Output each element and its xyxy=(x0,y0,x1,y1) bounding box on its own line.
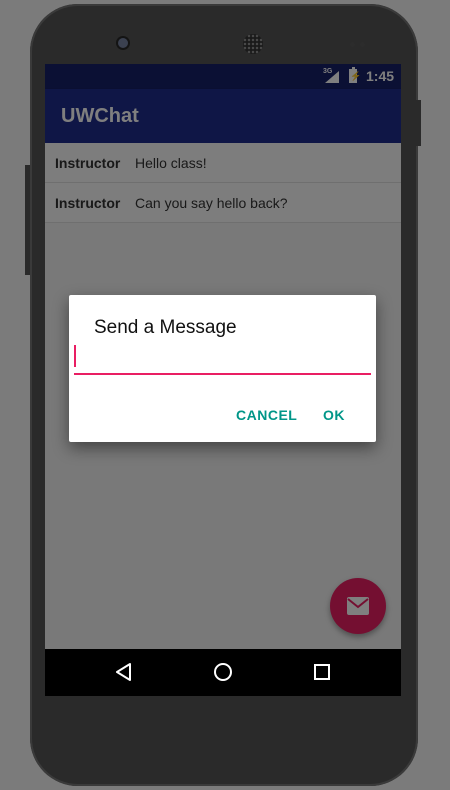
volume-button[interactable] xyxy=(25,165,30,275)
screen: 3G ⚡ 1:45 UWChat Instructor Hello class!… xyxy=(45,64,401,696)
front-camera xyxy=(118,38,128,48)
text-cursor xyxy=(74,345,76,367)
light-sensor xyxy=(360,42,365,47)
earpiece-speaker xyxy=(243,34,263,54)
navigation-bar xyxy=(45,649,401,696)
cancel-button[interactable]: CANCEL xyxy=(236,407,297,423)
recents-icon[interactable] xyxy=(310,660,334,684)
dialog-title: Send a Message xyxy=(94,317,237,338)
home-icon[interactable] xyxy=(211,660,235,684)
send-message-dialog: Send a Message CANCEL OK xyxy=(69,295,376,442)
ok-button[interactable]: OK xyxy=(323,407,345,423)
back-icon[interactable] xyxy=(112,660,136,684)
message-input[interactable] xyxy=(74,345,371,375)
proximity-sensor xyxy=(350,42,355,47)
power-button[interactable] xyxy=(416,100,421,146)
